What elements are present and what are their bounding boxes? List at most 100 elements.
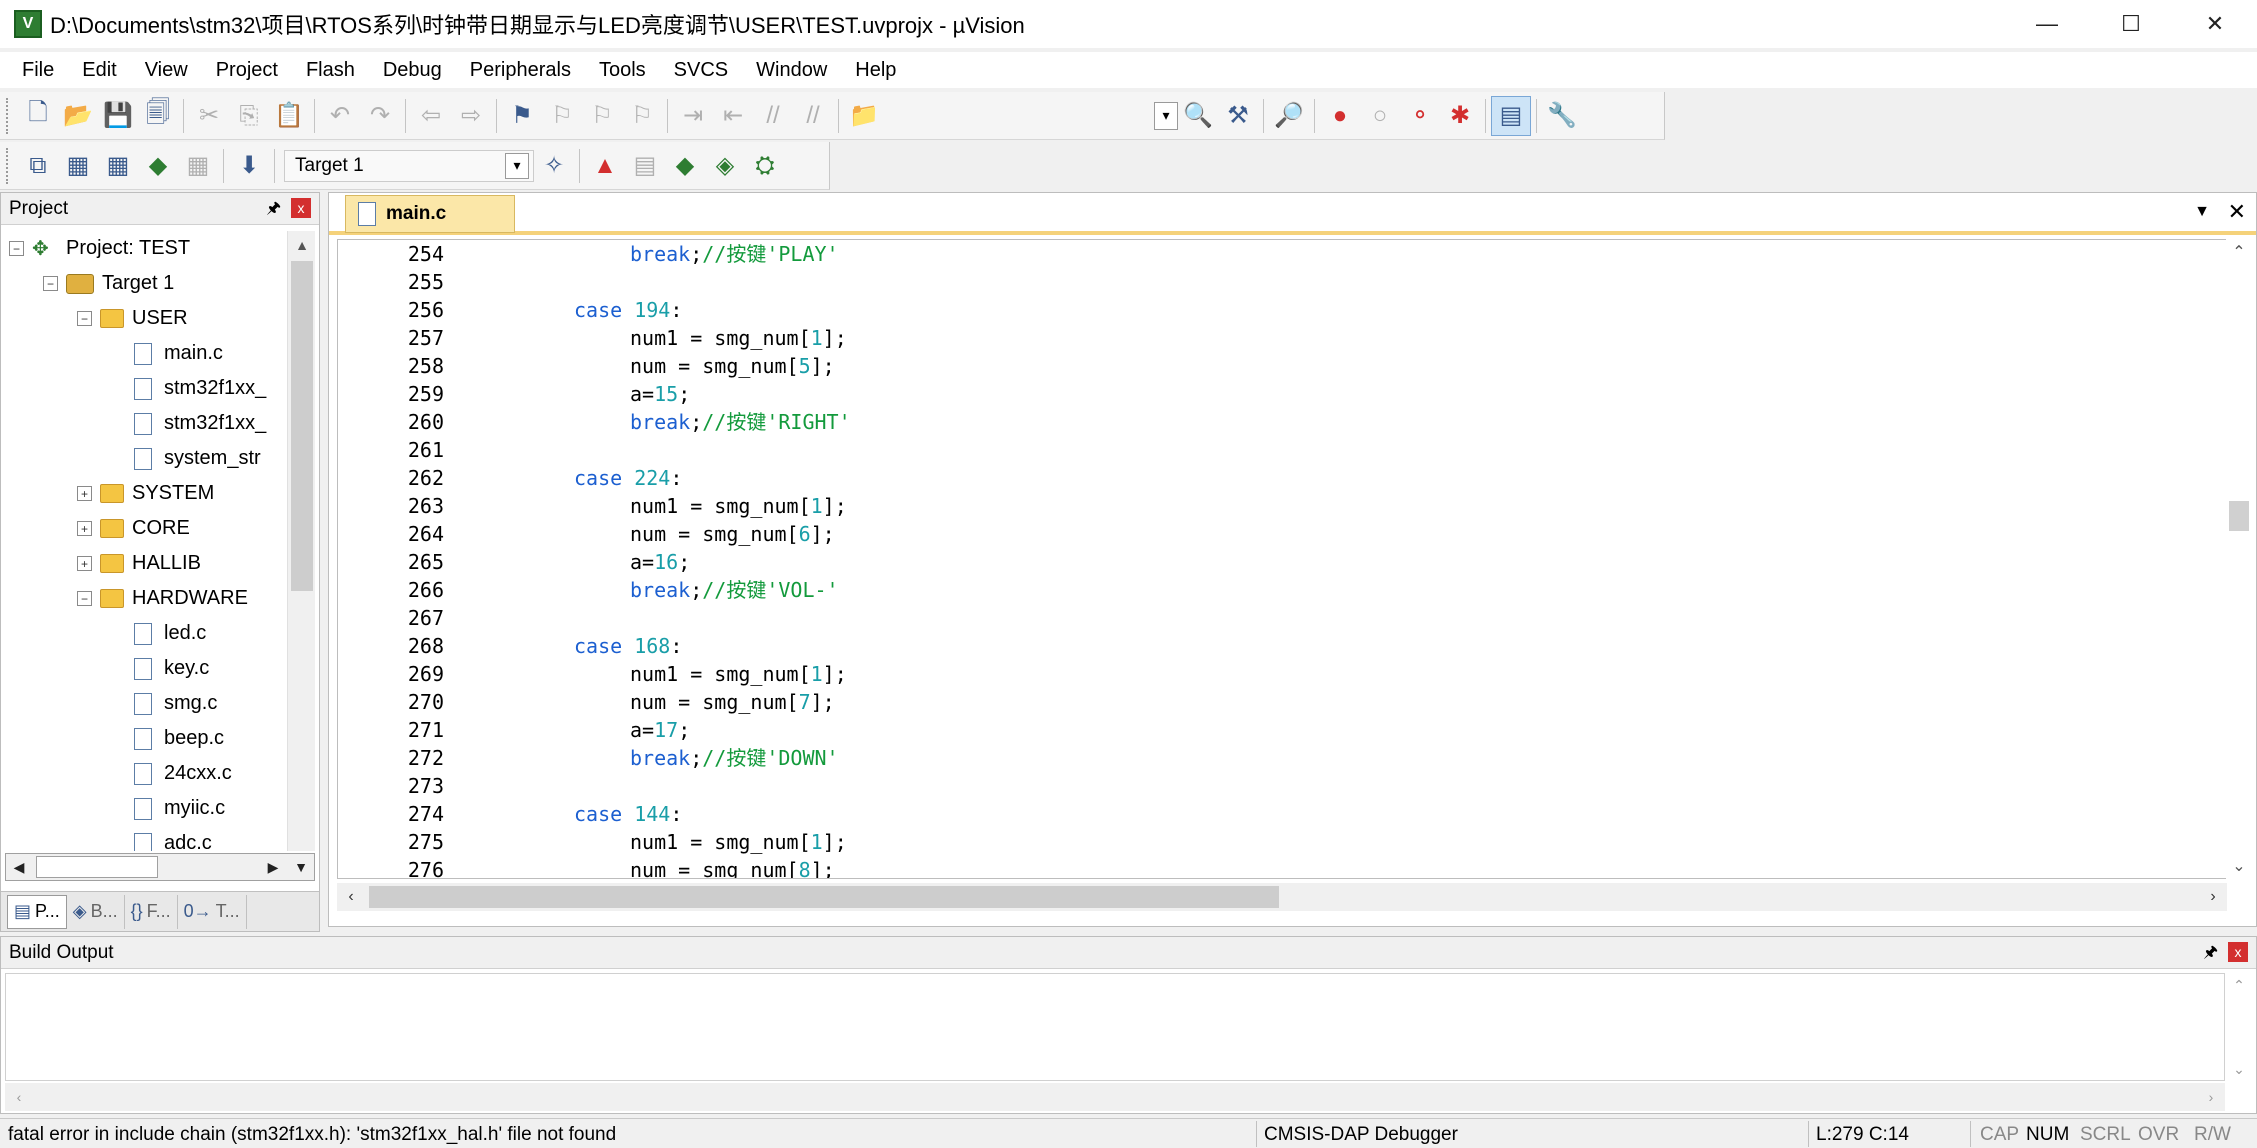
tree-item[interactable]: beep.c xyxy=(9,721,285,756)
project-vertical-scrollbar[interactable]: ▲ xyxy=(287,231,315,851)
code-line[interactable]: 256 case 194: xyxy=(338,296,2218,324)
run-time-environment-icon[interactable]: ⛭ xyxy=(745,146,785,186)
code-line[interactable]: 261 xyxy=(338,436,2218,464)
find-in-files-icon[interactable]: 📁 xyxy=(844,96,884,136)
scrollbar-thumb[interactable] xyxy=(36,856,158,878)
menu-svcs[interactable]: SVCS xyxy=(660,59,742,82)
configure-icon[interactable]: 🔧 xyxy=(1542,96,1582,136)
scrollbar-thumb[interactable] xyxy=(291,261,313,591)
redo-icon[interactable]: ↷ xyxy=(360,96,400,136)
scrollbar-thumb[interactable] xyxy=(2229,501,2249,531)
tree-item[interactable]: + HALLIB xyxy=(9,546,285,581)
minimize-button[interactable]: — xyxy=(2005,0,2089,48)
navigate-forward-icon[interactable]: ⇨ xyxy=(451,96,491,136)
expand-icon[interactable]: + xyxy=(77,556,92,571)
code-line[interactable]: 260 break;//按键'RIGHT' xyxy=(338,408,2218,436)
scroll-up-icon[interactable]: ⌃ xyxy=(2226,239,2252,265)
code-line[interactable]: 265 a=16; xyxy=(338,548,2218,576)
close-tab-icon[interactable]: ✕ xyxy=(2228,199,2246,225)
find-icon[interactable]: 🔍 xyxy=(1178,96,1218,136)
tree-item[interactable]: − USER xyxy=(9,301,285,336)
collapse-icon[interactable]: − xyxy=(43,276,58,291)
unindent-icon[interactable]: ⇤ xyxy=(713,96,753,136)
tree-item[interactable]: stm32f1xx_ xyxy=(9,371,285,406)
tree-item[interactable]: − Target 1 xyxy=(9,266,285,301)
target-select[interactable]: Target 1 ▾ xyxy=(284,149,534,182)
toolbar-grip[interactable] xyxy=(6,97,12,134)
tree-item[interactable]: 24cxx.c xyxy=(9,756,285,791)
scroll-right-icon[interactable]: › xyxy=(2199,883,2227,911)
scroll-down-icon[interactable]: ⌄ xyxy=(2226,1057,2252,1081)
previous-bookmark-icon[interactable]: ⚐ xyxy=(542,96,582,136)
tree-item[interactable]: stm32f1xx_ xyxy=(9,406,285,441)
tab-project[interactable]: ▤ P... xyxy=(7,894,67,929)
tree-item[interactable]: + CORE xyxy=(9,511,285,546)
tab-functions[interactable]: {} F... xyxy=(125,894,178,929)
code-line[interactable]: 269 num1 = smg_num[1]; xyxy=(338,660,2218,688)
scroll-left-icon[interactable]: ‹ xyxy=(5,1083,33,1111)
scroll-up-icon[interactable]: ▲ xyxy=(288,231,316,259)
scroll-left-icon[interactable]: ◀ xyxy=(6,854,32,880)
disable-breakpoint-icon[interactable]: ○ xyxy=(1360,96,1400,136)
code-line[interactable]: 257 num1 = smg_num[1]; xyxy=(338,324,2218,352)
build-horizontal-scrollbar[interactable]: ‹ › xyxy=(5,1083,2225,1111)
menu-help[interactable]: Help xyxy=(841,59,910,82)
breakpoint-icon[interactable]: ● xyxy=(1320,96,1360,136)
cut-icon[interactable]: ✂ xyxy=(189,96,229,136)
code-line[interactable]: 275 num1 = smg_num[1]; xyxy=(338,828,2218,856)
scrollbar-thumb[interactable] xyxy=(369,886,1279,908)
build-output-text[interactable] xyxy=(5,973,2225,1081)
collapse-icon[interactable]: − xyxy=(77,311,92,326)
pin-icon[interactable]: 🖈 xyxy=(266,197,281,224)
tree-item[interactable]: − HARDWARE xyxy=(9,581,285,616)
translate-icon[interactable]: ⧉ xyxy=(18,146,58,186)
copy-icon[interactable]: ⎘ xyxy=(229,96,269,136)
tree-item[interactable]: key.c xyxy=(9,651,285,686)
uncomment-icon[interactable]: // xyxy=(793,96,833,136)
stop-build-icon[interactable]: ▦ xyxy=(178,146,218,186)
select-software-packs-icon[interactable]: ◈ xyxy=(705,146,745,186)
tab-templates[interactable]: 0→ T... xyxy=(178,894,247,929)
close-window-button[interactable]: ✕ xyxy=(2173,0,2257,48)
close-panel-icon[interactable]: x xyxy=(2228,942,2248,962)
disable-all-breakpoints-icon[interactable]: ⚬ xyxy=(1400,96,1440,136)
code-line[interactable]: 276 num = smg_num[8]; xyxy=(338,856,2218,878)
code-line[interactable]: 258 num = smg_num[5]; xyxy=(338,352,2218,380)
target-options-icon[interactable]: ✧ xyxy=(534,146,574,186)
code-line[interactable]: 270 num = smg_num[7]; xyxy=(338,688,2218,716)
tree-item[interactable]: main.c xyxy=(9,336,285,371)
menu-view[interactable]: View xyxy=(131,59,202,82)
next-bookmark-icon[interactable]: ⚐ xyxy=(582,96,622,136)
close-panel-icon[interactable]: x xyxy=(291,198,311,218)
insert-bookmark-icon[interactable]: ⚑ xyxy=(502,96,542,136)
save-all-icon[interactable]: 🗐 xyxy=(138,96,178,136)
tab-list-dropdown-icon[interactable]: ▼ xyxy=(2194,203,2210,221)
scroll-right-icon[interactable]: › xyxy=(2197,1083,2225,1111)
menu-project[interactable]: Project xyxy=(202,59,292,82)
project-horizontal-scrollbar[interactable]: ◀ ▶ ▼ xyxy=(5,853,315,881)
menu-flash[interactable]: Flash xyxy=(292,59,369,82)
tree-item[interactable]: myiic.c xyxy=(9,791,285,826)
expand-icon[interactable]: + xyxy=(77,521,92,536)
navigate-back-icon[interactable]: ⇦ xyxy=(411,96,451,136)
indent-icon[interactable]: ⇥ xyxy=(673,96,713,136)
editor-horizontal-scrollbar[interactable]: ‹ › xyxy=(337,883,2227,911)
menu-debug[interactable]: Debug xyxy=(369,59,456,82)
paste-icon[interactable]: 📋 xyxy=(269,96,309,136)
scroll-up-icon[interactable]: ⌃ xyxy=(2226,973,2252,997)
download-icon[interactable]: ⬇ xyxy=(229,146,269,186)
window-layout-icon[interactable]: ▤ xyxy=(1491,95,1531,136)
manage-components-icon[interactable]: ▲ xyxy=(585,146,625,186)
tab-main-c[interactable]: main.c xyxy=(345,195,515,233)
rebuild-icon[interactable]: ▦ xyxy=(98,146,138,186)
code-line[interactable]: 263 num1 = smg_num[1]; xyxy=(338,492,2218,520)
tree-item[interactable]: − ✥ Project: TEST xyxy=(9,231,285,266)
code-line[interactable]: 272 break;//按键'DOWN' xyxy=(338,744,2218,772)
tree-item[interactable]: + SYSTEM xyxy=(9,476,285,511)
pin-icon[interactable]: 🖈 xyxy=(2203,941,2218,968)
code-line[interactable]: 259 a=15; xyxy=(338,380,2218,408)
code-line[interactable]: 255 xyxy=(338,268,2218,296)
menu-tools[interactable]: Tools xyxy=(585,59,660,82)
build-vertical-scrollbar[interactable]: ⌃ ⌄ xyxy=(2226,973,2252,1081)
tree-item[interactable]: adc.c xyxy=(9,826,285,851)
